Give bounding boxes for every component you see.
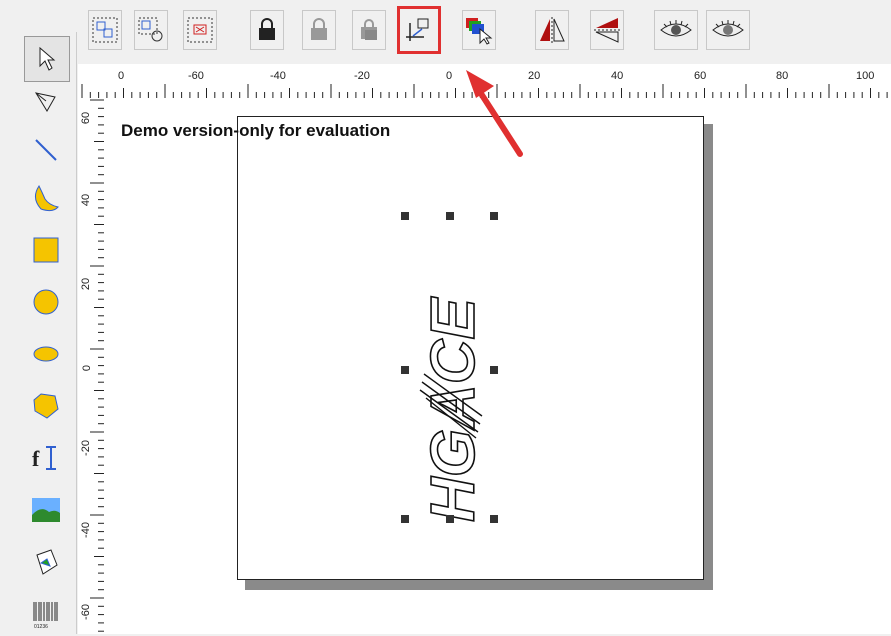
vector-file-tool[interactable] xyxy=(24,540,68,584)
toolbar xyxy=(0,0,891,64)
selected-logo-object[interactable]: HGACE xyxy=(400,210,504,526)
unlock-icon xyxy=(311,18,327,40)
barcode-tool[interactable]: 01236 xyxy=(24,592,68,636)
h-ruler-label: -20 xyxy=(354,70,370,82)
unlock-button[interactable] xyxy=(302,10,336,50)
h-ruler-label: 40 xyxy=(611,70,624,82)
h-ruler-label: 60 xyxy=(694,70,707,82)
selection-handle-se[interactable] xyxy=(490,515,498,523)
h-ruler-label: 0 xyxy=(118,70,125,82)
preview-eye-alt-icon xyxy=(712,20,744,37)
horizontal-ruler[interactable]: 0 -60 -40 -20 0 20 40 60 80 100 xyxy=(78,64,891,99)
lock-icon xyxy=(259,18,275,40)
tool-sidebar: f 01236 xyxy=(18,32,77,634)
h-ruler-label: 20 xyxy=(528,70,541,82)
mirror-vertical-button[interactable] xyxy=(590,10,624,50)
ellipse-tool[interactable] xyxy=(24,332,68,376)
h-ruler-label: -40 xyxy=(270,70,286,82)
svg-text:f: f xyxy=(32,446,40,471)
group-objects-button[interactable] xyxy=(88,10,122,50)
mirror-horizontal-button[interactable] xyxy=(535,10,569,50)
v-ruler-label: -40 xyxy=(79,522,92,538)
selection-handle-sw[interactable] xyxy=(401,515,409,523)
preview-eye-alt-button[interactable] xyxy=(706,10,750,50)
text-tool[interactable]: f xyxy=(24,436,68,480)
v-ruler-label: 40 xyxy=(80,193,93,207)
ellipse-tool-icon xyxy=(33,346,59,362)
unlock-all-button[interactable] xyxy=(352,10,386,50)
v-ruler-label: 20 xyxy=(80,277,93,291)
v-ruler-label: 60 xyxy=(80,111,93,125)
h-ruler-label: 100 xyxy=(856,70,875,82)
v-ruler-label: 0 xyxy=(81,364,94,372)
line-tool-icon xyxy=(35,139,57,161)
logo-text: HGACE xyxy=(419,296,488,522)
v-ruler-label: -20 xyxy=(79,440,92,456)
delete-group-icon xyxy=(187,17,213,43)
curve-tool-icon xyxy=(35,185,59,212)
layer-order-button[interactable] xyxy=(462,10,496,50)
preview-eye-icon xyxy=(660,20,692,37)
curve-tool[interactable] xyxy=(24,176,68,220)
mirror-horizontal-icon xyxy=(540,17,565,43)
selection-handle-nw[interactable] xyxy=(401,212,409,220)
selection-handle-s[interactable] xyxy=(446,515,454,523)
selection-handle-w[interactable] xyxy=(401,366,409,374)
circle-tool-icon xyxy=(33,289,59,315)
delete-group-button[interactable] xyxy=(183,10,217,50)
image-tool-icon xyxy=(32,498,60,522)
image-tool[interactable] xyxy=(24,488,68,532)
rectangle-tool[interactable] xyxy=(24,228,68,272)
barcode-label: 01236 xyxy=(34,624,48,629)
text-tool-icon: f xyxy=(32,446,56,471)
lock-button[interactable] xyxy=(250,10,284,50)
ungroup-objects-button[interactable] xyxy=(134,10,168,50)
select-pointer-icon xyxy=(39,46,56,71)
h-ruler-label: 0 xyxy=(446,70,453,82)
vector-file-icon xyxy=(36,549,58,575)
barcode-tool-icon: 01236 xyxy=(33,602,58,629)
set-origin-button[interactable] xyxy=(397,6,441,54)
line-tool[interactable] xyxy=(24,128,68,172)
circle-tool[interactable] xyxy=(24,280,68,324)
selection-handle-e[interactable] xyxy=(490,366,498,374)
preview-eye-button[interactable] xyxy=(654,10,698,50)
v-ruler-label: -60 xyxy=(79,604,92,620)
selection-handle-ne[interactable] xyxy=(490,212,498,220)
unlock-all-icon xyxy=(361,19,377,40)
select-tool[interactable] xyxy=(24,36,70,82)
selection-handle-n[interactable] xyxy=(446,212,454,220)
layer-order-icon xyxy=(466,18,493,45)
node-edit-icon xyxy=(34,92,56,112)
mirror-vertical-icon xyxy=(594,18,620,43)
ungroup-objects-icon xyxy=(138,17,163,42)
polygon-tool-icon xyxy=(33,393,59,419)
vertical-ruler[interactable]: 60 40 20 0 -20 -40 -60 xyxy=(78,98,105,634)
group-objects-icon xyxy=(92,17,118,43)
set-origin-icon xyxy=(406,18,429,41)
h-ruler-label: -60 xyxy=(188,70,204,82)
h-ruler-label: 80 xyxy=(776,70,789,82)
rectangle-tool-icon xyxy=(33,237,59,263)
demo-watermark: Demo version-only for evaluation xyxy=(121,121,391,140)
node-edit-tool[interactable] xyxy=(24,80,68,124)
polygon-tool[interactable] xyxy=(24,384,68,428)
